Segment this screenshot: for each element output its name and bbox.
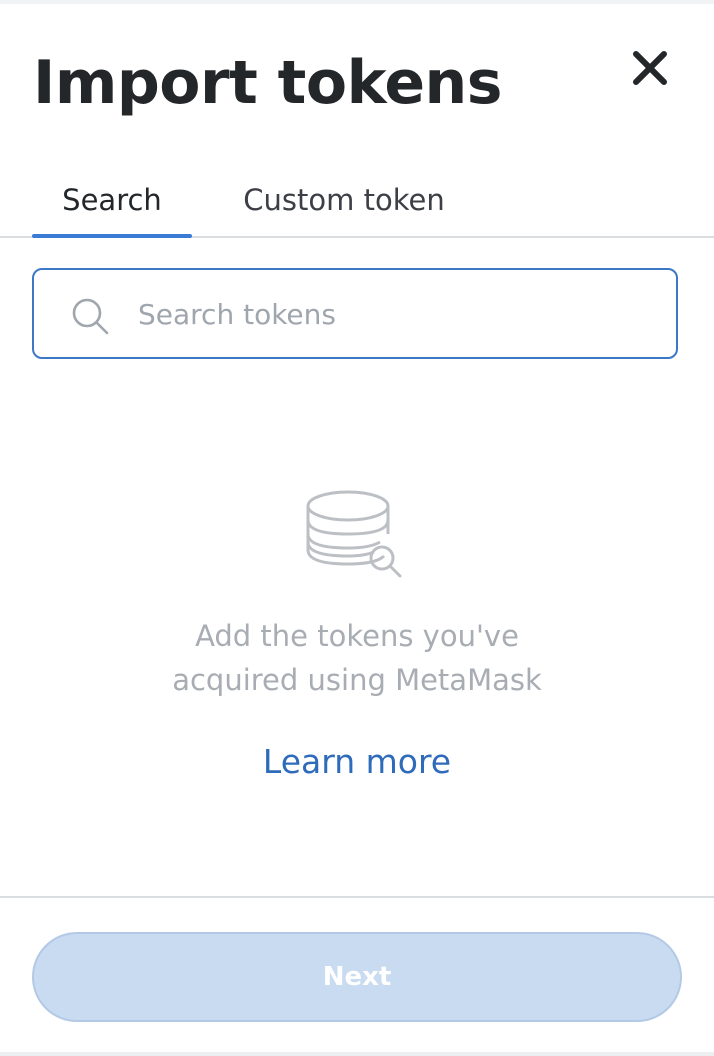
active-tab-indicator — [32, 234, 192, 238]
search-input[interactable] — [138, 282, 658, 346]
tab-search-label: Search — [62, 183, 162, 217]
close-button[interactable] — [624, 42, 676, 94]
empty-state-text: Add the tokens you've acquired using Met… — [107, 614, 607, 702]
next-button[interactable]: Next — [32, 932, 682, 1022]
page-title: Import tokens — [33, 48, 503, 118]
tab-custom-token[interactable]: Custom token — [220, 164, 468, 236]
import-tokens-modal: Import tokens Search Custom token Search… — [0, 4, 714, 1056]
coin-stack-search-icon — [306, 490, 402, 578]
empty-state-line-2: acquired using MetaMask — [172, 663, 542, 697]
bottom-strip — [0, 1052, 714, 1056]
tab-bar: Search Custom token — [0, 164, 714, 238]
tab-custom-token-label: Custom token — [243, 183, 445, 217]
tab-search[interactable]: Search — [32, 164, 192, 238]
learn-more-link[interactable]: Learn more — [207, 742, 507, 781]
search-field[interactable] — [32, 268, 678, 359]
footer-divider — [0, 896, 714, 898]
empty-state-line-1: Add the tokens you've — [195, 619, 519, 653]
close-icon — [633, 51, 667, 85]
search-icon — [72, 298, 109, 335]
